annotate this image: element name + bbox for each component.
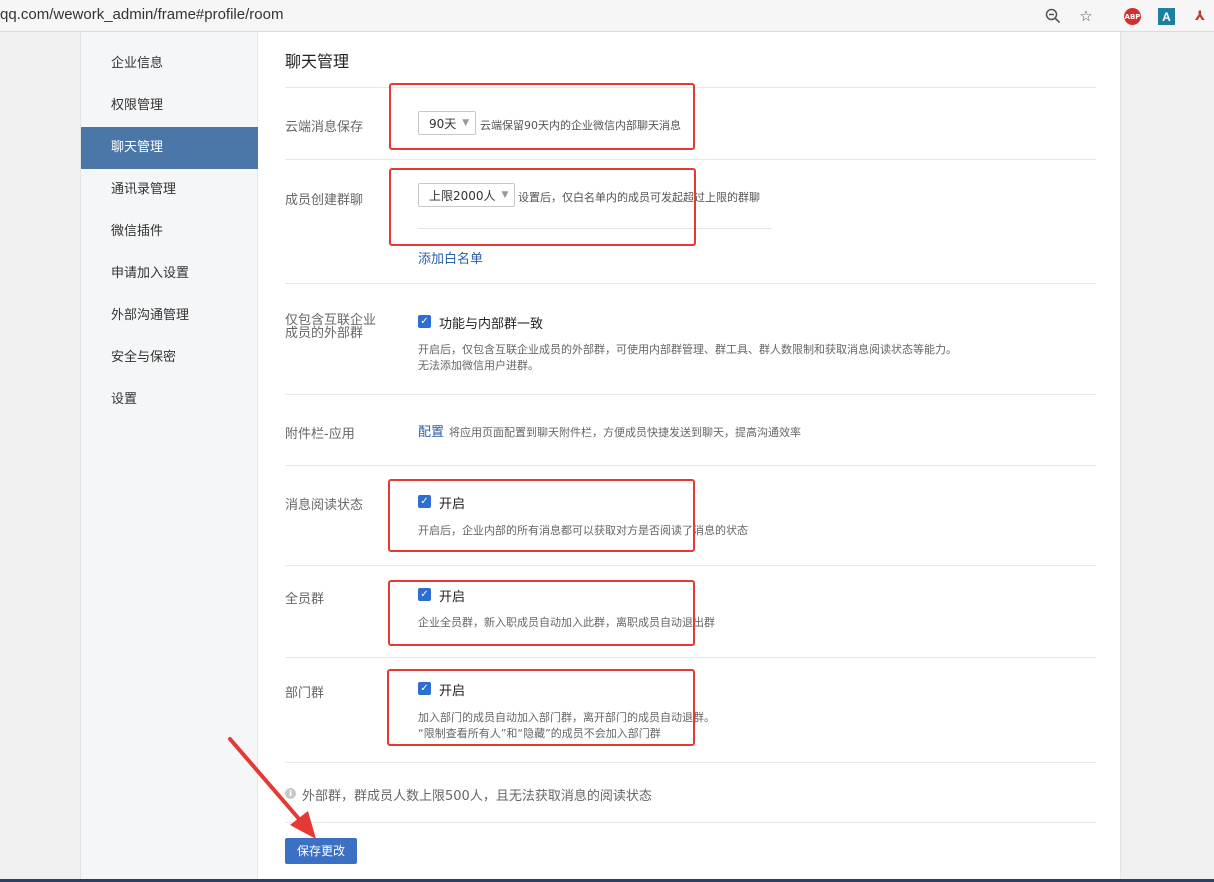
dept-group-desc-line1: 加入部门的成员自动加入部门群，离开部门的成员自动退群。 bbox=[418, 711, 715, 724]
divider bbox=[285, 283, 1096, 284]
interconnect-label-line2: 成员的外部群 bbox=[285, 326, 364, 341]
dept-group-label: 部门群 bbox=[285, 686, 325, 701]
sidebar-item-settings[interactable]: 设置 bbox=[81, 379, 258, 421]
sidebar-item-chat-management[interactable]: 聊天管理 bbox=[81, 127, 258, 169]
interconnect-checkbox[interactable]: ✓ bbox=[418, 315, 431, 328]
configure-link[interactable]: 配置 bbox=[418, 421, 444, 440]
divider bbox=[285, 87, 1096, 88]
select-value: 上限2000人 bbox=[429, 188, 496, 203]
save-button[interactable]: 保存更改 bbox=[285, 838, 357, 864]
browser-address-bar: qq.com/wework_admin/frame#profile/room ☆… bbox=[0, 0, 1214, 32]
sidebar-item-security[interactable]: 安全与保密 bbox=[81, 337, 258, 379]
sidebar-item-join-settings[interactable]: 申请加入设置 bbox=[81, 253, 258, 295]
read-status-desc: 开启后，企业内部的所有消息都可以获取对方是否阅读了消息的状态 bbox=[418, 524, 748, 537]
sidebar-item-contacts[interactable]: 通讯录管理 bbox=[81, 169, 258, 211]
sidebar-item-permissions[interactable]: 权限管理 bbox=[81, 85, 258, 127]
all-group-label: 全员群 bbox=[285, 592, 325, 607]
page-title: 聊天管理 bbox=[285, 52, 350, 71]
divider bbox=[285, 762, 1096, 763]
adblock-icon[interactable]: ABP bbox=[1124, 8, 1141, 25]
dept-group-checkbox-label: 开启 bbox=[439, 684, 466, 699]
divider bbox=[285, 822, 1096, 823]
read-status-checkbox[interactable]: ✓ bbox=[418, 495, 431, 508]
chevron-down-icon: ▼ bbox=[462, 118, 470, 128]
pdf-icon[interactable]: ⅄ bbox=[1190, 6, 1210, 26]
cloud-retention-select[interactable]: 90天 ▼ bbox=[418, 111, 477, 135]
attachment-label: 附件栏-应用 bbox=[285, 427, 355, 442]
translate-icon[interactable]: A bbox=[1158, 8, 1175, 25]
group-limit-select[interactable]: 上限2000人 ▼ bbox=[418, 183, 516, 207]
read-status-checkbox-label: 开启 bbox=[439, 497, 466, 512]
group-create-label: 成员创建群聊 bbox=[285, 193, 364, 208]
info-icon: i bbox=[285, 788, 296, 799]
dept-group-desc-line2: “限制查看所有人”和“隐藏”的成员不会加入部门群 bbox=[418, 727, 661, 740]
group-limit-hint: 设置后，仅白名单内的成员可发起超过上限的群聊 bbox=[518, 191, 760, 204]
url-text[interactable]: qq.com/wework_admin/frame#profile/room bbox=[0, 6, 283, 23]
sidebar-item-external-comm[interactable]: 外部沟通管理 bbox=[81, 295, 258, 337]
interconnect-desc-line1: 开启后，仅包含互联企业成员的外部群，可使用内部群管理、群工具、群人数限制和获取消… bbox=[418, 343, 957, 356]
divider bbox=[285, 159, 1096, 160]
cloud-storage-label: 云端消息保存 bbox=[285, 120, 364, 135]
zoom-icon[interactable] bbox=[1043, 6, 1063, 26]
dept-group-checkbox[interactable]: ✓ bbox=[418, 682, 431, 695]
interconnect-checkbox-label: 功能与内部群一致 bbox=[439, 317, 544, 332]
star-icon[interactable]: ☆ bbox=[1076, 6, 1096, 26]
divider bbox=[418, 228, 772, 229]
divider bbox=[285, 465, 1096, 466]
chevron-down-icon: ▼ bbox=[501, 190, 509, 200]
admin-frame: 企业信息 权限管理 聊天管理 通讯录管理 微信插件 申请加入设置 外部沟通管理 … bbox=[80, 32, 1121, 879]
attachment-hint: 将应用页面配置到聊天附件栏，方便成员快捷发送到聊天，提高沟通效率 bbox=[449, 426, 801, 439]
all-group-desc: 企业全员群，新入职成员自动加入此群，离职成员自动退出群 bbox=[418, 616, 715, 629]
interconnect-desc-line2: 无法添加微信用户进群。 bbox=[418, 359, 539, 372]
divider bbox=[285, 565, 1096, 566]
read-status-label: 消息阅读状态 bbox=[285, 498, 364, 513]
external-group-note: 外部群，群成员人数上限500人，且无法获取消息的阅读状态 bbox=[302, 789, 652, 804]
all-group-checkbox[interactable]: ✓ bbox=[418, 588, 431, 601]
sidebar: 企业信息 权限管理 聊天管理 通讯录管理 微信插件 申请加入设置 外部沟通管理 … bbox=[81, 32, 258, 879]
sidebar-item-wechat-plugin[interactable]: 微信插件 bbox=[81, 211, 258, 253]
select-value: 90天 bbox=[429, 116, 457, 131]
add-whitelist-link[interactable]: 添加白名单 bbox=[418, 248, 483, 267]
interconnect-label: 仅包含互联企业 成员的外部群 bbox=[285, 314, 376, 340]
main-content: 聊天管理 云端消息保存 90天 ▼ 云端保留90天内的企业微信内部聊天消息 成员… bbox=[258, 32, 1122, 879]
sidebar-item-enterprise-info[interactable]: 企业信息 bbox=[81, 43, 258, 85]
divider bbox=[285, 657, 1096, 658]
cloud-retention-hint: 云端保留90天内的企业微信内部聊天消息 bbox=[480, 119, 681, 132]
all-group-checkbox-label: 开启 bbox=[439, 590, 466, 605]
divider bbox=[285, 394, 1096, 395]
